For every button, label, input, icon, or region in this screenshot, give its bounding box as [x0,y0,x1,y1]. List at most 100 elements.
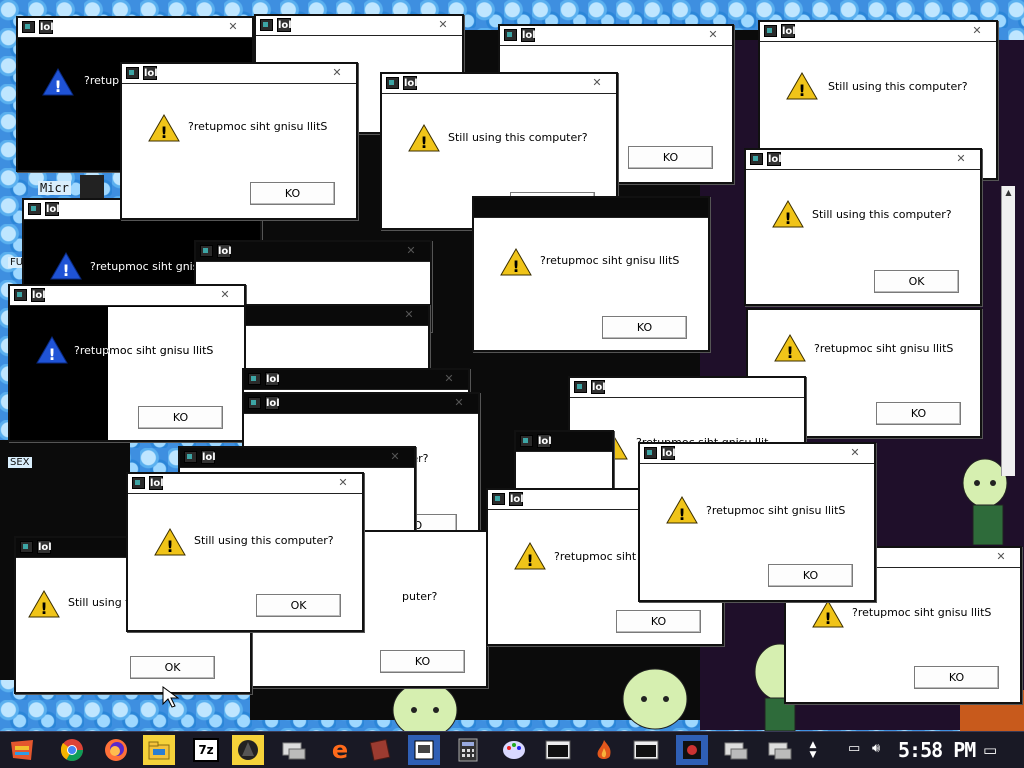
svg-text:!: ! [526,551,533,570]
ok-button[interactable]: KO [876,402,961,425]
close-button[interactable]: ✕ [988,549,1014,565]
warning-blue-icon: ! [42,68,74,96]
ok-button[interactable]: KO [602,316,687,339]
dialog-window[interactable]: lol ✕ ! ?retupmoc siht gnisu llitS KO [120,62,358,220]
dialog-titlebar[interactable]: lol ✕ [760,22,996,42]
ok-button[interactable]: KO [616,610,701,633]
close-button[interactable]: ✕ [396,307,422,323]
dialog-titlebar[interactable]: lol ✕ [500,26,732,46]
close-button[interactable]: ✕ [398,243,424,259]
firefox-icon[interactable] [100,735,132,765]
remote-desktop-icon[interactable] [278,735,310,765]
start-flag-icon[interactable] [6,735,38,765]
paint-icon[interactable] [498,735,530,765]
dialog-title: lol [767,152,782,166]
network-icon[interactable]: ▭ [848,741,860,756]
dialog-title: lol [201,450,216,464]
close-button[interactable]: ✕ [842,445,868,461]
network-app-icon-2[interactable] [764,735,796,765]
dialog-window[interactable]: ! ?retupmoc siht gnisu llitS KO [472,196,710,352]
close-button[interactable]: ✕ [212,287,238,303]
dialog-titlebar[interactable] [474,198,708,218]
chrome-icon[interactable] [56,735,88,765]
close-button[interactable]: ✕ [964,23,990,39]
dialog-titlebar[interactable]: lol ✕ [196,242,430,262]
dialog-titlebar[interactable]: lol ✕ [128,474,362,494]
ok-button[interactable]: KO [768,564,853,587]
app-icon [14,289,27,301]
close-button[interactable]: ✕ [700,27,726,43]
dialog-titlebar[interactable]: lol ✕ [122,64,356,84]
book-icon[interactable] [364,735,396,765]
ok-button[interactable]: KO [138,406,223,429]
dialog-window[interactable]: lol ✕ ! Still using this computer? OK [744,148,982,306]
dialog-window[interactable]: lol ✕ ! ?retupmoc siht gnisu llitS KO [638,442,876,602]
app-icon [750,153,763,165]
app-dark-icon[interactable] [232,735,264,765]
dialog-titlebar[interactable]: lol ✕ [244,394,478,414]
dialog-titlebar[interactable]: lol [516,432,612,452]
edge-icon[interactable]: e [324,735,356,765]
ok-button[interactable]: KO [250,182,335,205]
dialog-window-active[interactable]: lol ✕ ! Still using this computer? OK [126,472,364,632]
ok-button[interactable]: KO [628,146,713,169]
media-icon[interactable] [408,735,440,765]
dialog-title: lol [39,20,54,34]
close-button[interactable]: ✕ [948,151,974,167]
ok-button[interactable]: OK [874,270,959,293]
dialog-titlebar[interactable]: lol ✕ [18,18,252,38]
app-icon [184,451,197,463]
close-button[interactable]: ✕ [324,65,350,81]
terminal-icon[interactable] [542,735,574,765]
flame-app-icon[interactable] [588,735,620,765]
dialog-titlebar[interactable]: lol [570,378,804,398]
app-icon [132,477,145,489]
close-button[interactable]: ✕ [330,475,356,491]
dialog-window[interactable]: ✕ [244,304,430,374]
ok-button[interactable]: KO [914,666,999,689]
ok-button[interactable]: KO [380,650,465,673]
notifications-icon[interactable]: ▭ [983,741,997,759]
dialog-message: ?retupmoc siht gnisu llitS [814,342,954,355]
dialog-title: lol [537,434,552,448]
close-button[interactable]: ✕ [584,75,610,91]
svg-text:!: ! [784,209,791,228]
7zip-icon[interactable]: 7z [190,735,222,765]
ok-button[interactable]: OK [130,656,215,679]
network-app-icon[interactable] [720,735,752,765]
taskbar-clock[interactable]: 5:58 PM [898,738,976,762]
dialog-titlebar[interactable]: ✕ [246,306,428,326]
dialog-titlebar[interactable]: lol ✕ [10,286,244,306]
game-icon[interactable] [676,735,708,765]
scrollbar[interactable]: ▲ [1001,186,1015,476]
terminal-icon-2[interactable] [630,735,662,765]
app-icon [492,493,505,505]
ok-button[interactable]: OK [256,594,341,617]
file-explorer-icon[interactable] [143,735,175,765]
close-button[interactable]: ✕ [446,395,472,411]
app-icon [504,29,517,41]
svg-text:!: ! [798,81,805,100]
scroll-up-arrow[interactable]: ▲ [1002,186,1015,200]
close-button[interactable]: ✕ [430,17,456,33]
volume-icon[interactable]: 🔊︎ [872,741,880,756]
dialog-message: Still using this computer? [828,80,968,93]
app-icon [644,447,657,459]
close-button[interactable]: ✕ [436,371,462,387]
dialog-titlebar[interactable]: lol ✕ [256,16,462,36]
dialog-titlebar[interactable]: lol ✕ [180,448,414,468]
close-button[interactable]: ✕ [382,449,408,465]
dialog-titlebar[interactable]: lol ✕ [382,74,616,94]
dialog-window[interactable]: lol ✕ ! ?retupmoc siht gnisu llitS KO [8,284,246,442]
dialog-titlebar[interactable]: lol ✕ [640,444,874,464]
dialog-titlebar[interactable]: lol ✕ [746,150,980,170]
dialog-titlebar[interactable]: lol ✕ [244,370,468,390]
calculator-icon[interactable] [452,735,484,765]
dialog-title: lol [31,288,46,302]
taskbar-scroll-arrows[interactable]: ▲ ▼ [806,735,820,765]
dialog-message: Still using this computer? [448,131,588,144]
background-window [80,175,104,199]
app-icon [22,21,35,33]
dialog-title: lol [403,76,418,90]
close-button[interactable]: ✕ [220,19,246,35]
